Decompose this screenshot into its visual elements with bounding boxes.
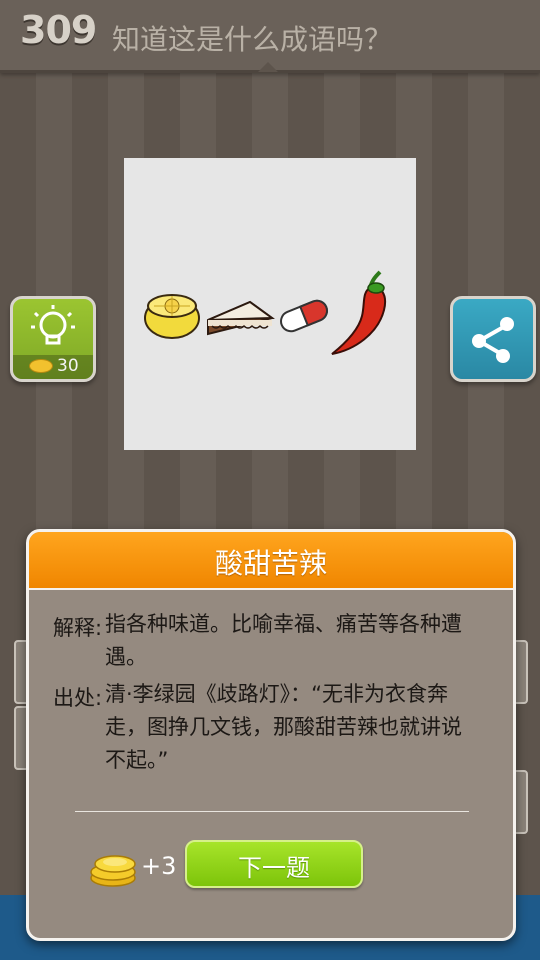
meaning-label: 解释: — [53, 616, 103, 640]
coin-icon — [29, 359, 53, 373]
hint-button[interactable]: 30 — [10, 296, 96, 382]
share-icon — [472, 317, 514, 363]
next-question-label: 下一题 — [238, 854, 310, 882]
meaning-text-line2: 遇。 — [105, 645, 147, 669]
source-label: 出处: — [53, 686, 103, 710]
meaning-text-line1: 指各种味道。比喻幸福、痛苦等各种遭 — [105, 612, 462, 636]
coin-stack-icon — [90, 855, 136, 887]
pill-icon — [280, 299, 328, 333]
question-text: 知道这是什么成语吗？ — [112, 23, 393, 56]
puzzle-image — [124, 158, 416, 450]
level-number: 309 — [20, 8, 97, 52]
source-text-line1: 清·李绿园《歧路灯》：“无非为衣食奔 — [105, 682, 449, 706]
source-text-line2: 走，图挣几文钱，那酸甜苦辣也就讲说 — [105, 715, 462, 739]
source-text-line3: 不起。” — [105, 748, 169, 772]
lightbulb-icon — [31, 305, 75, 345]
idiom-answer: 酸甜苦辣 — [214, 547, 327, 580]
dialog-divider — [75, 811, 469, 812]
share-button[interactable] — [450, 296, 536, 382]
chili-icon — [331, 270, 386, 355]
header-notch — [258, 62, 278, 72]
cake-icon — [207, 300, 275, 336]
top-bar: 309 知道这是什么成语吗？ — [0, 0, 540, 73]
hint-cost: 30 — [57, 356, 79, 376]
reward-amount: +3 — [141, 852, 177, 880]
answer-dialog: 酸甜苦辣 解释: 指各种味道。比喻幸福、痛苦等各种遭 遇。 出处: 清·李绿园《… — [26, 529, 516, 941]
dialog-header: 酸甜苦辣 — [29, 532, 513, 590]
next-question-button[interactable]: 下一题 — [185, 840, 363, 888]
lemon-icon — [144, 294, 200, 339]
